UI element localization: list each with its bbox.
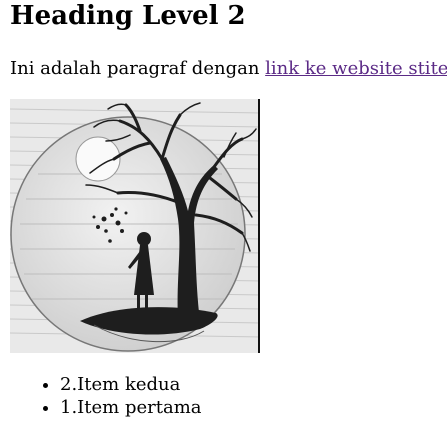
sketch-image — [10, 99, 260, 353]
list-item: 1.Item pertama — [60, 396, 202, 419]
page-heading: Heading Level 2 — [10, 1, 246, 31]
image-edge — [258, 99, 260, 353]
paragraph-text: Ini adalah paragraf dengan — [10, 58, 266, 79]
paragraph: Ini adalah paragraf dengan link ke websi… — [10, 57, 447, 81]
bulleted-list: 2.Item kedua 1.Item pertama — [10, 373, 202, 419]
tree-sketch-illustration — [10, 99, 260, 353]
list-item: 2.Item kedua — [60, 373, 202, 396]
page: Heading Level 2 Ini adalah paragraf deng… — [0, 0, 447, 441]
website-link[interactable]: link ke website stitek — [265, 58, 447, 79]
